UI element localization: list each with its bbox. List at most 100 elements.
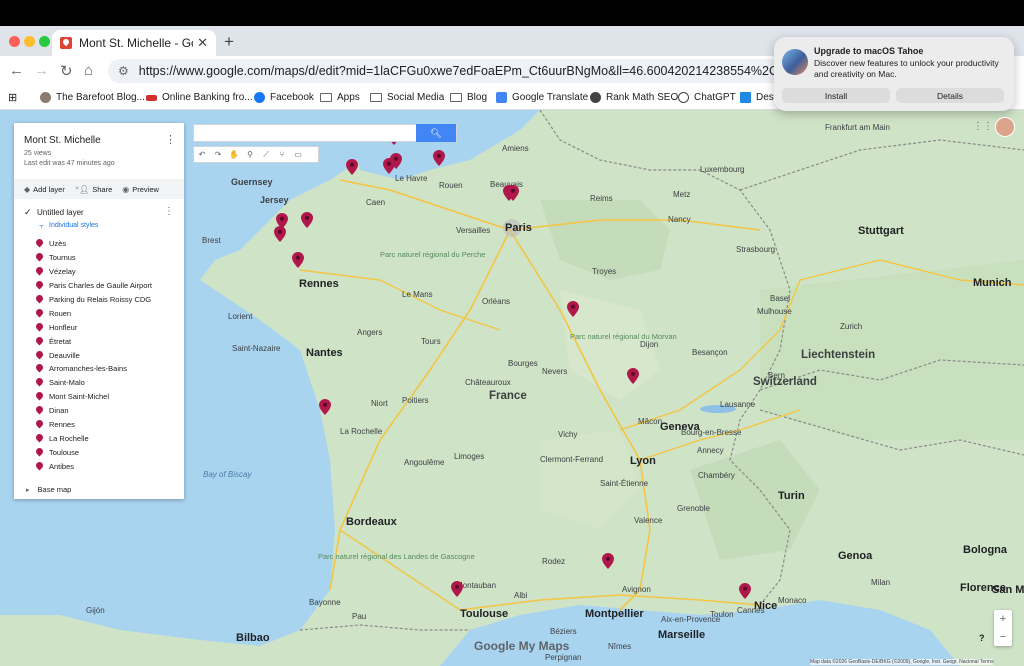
close-tab-icon[interactable]: ✕ — [197, 35, 208, 51]
place-list-item[interactable]: La Rochelle — [36, 431, 152, 445]
search-input[interactable] — [194, 125, 416, 141]
directions-icon[interactable]: ⑂ — [274, 150, 290, 159]
redo-icon[interactable]: ↷ — [210, 150, 226, 159]
account-avatar[interactable] — [995, 117, 1015, 137]
details-button[interactable]: Details — [896, 88, 1004, 103]
map-marker[interactable] — [627, 368, 639, 384]
reload-icon[interactable]: ↻ — [60, 62, 73, 80]
home-icon[interactable]: ⌂ — [84, 62, 93, 79]
map-marker[interactable] — [602, 553, 614, 569]
address-bar[interactable]: ⚙ https://www.google.com/maps/d/edit?mid… — [108, 59, 808, 83]
notification-body: Discover new features to unlock your pro… — [814, 58, 999, 79]
maximize-window-button[interactable] — [39, 36, 50, 47]
bookmark-item[interactable]: Online Banking fro... — [146, 92, 253, 103]
city-label: Bayonne — [309, 598, 341, 607]
preview-button[interactable]: ◉ Preview — [122, 185, 159, 194]
bookmark-item[interactable]: Facebook — [254, 92, 314, 103]
measure-icon[interactable]: ▭ — [290, 150, 306, 159]
map-marker[interactable] — [739, 583, 751, 599]
place-list-item[interactable]: Parking du Relais Roissy CDG — [36, 293, 152, 307]
base-map-toggle[interactable]: ▸ Base map — [26, 485, 71, 494]
map-marker[interactable] — [507, 185, 519, 201]
back-arrow-icon[interactable]: ← — [9, 62, 24, 79]
new-tab-icon[interactable]: + — [224, 32, 234, 52]
folder-icon — [370, 93, 382, 102]
map-title[interactable]: Mont St. Michelle — [24, 135, 101, 146]
add-layer-button[interactable]: ◆ Add layer — [24, 185, 65, 194]
bookmark-item[interactable]: Blog — [450, 92, 487, 103]
individual-styles-link[interactable]: Individual styles — [49, 222, 98, 229]
install-button[interactable]: Install — [782, 88, 890, 103]
place-list-item[interactable]: Paris Charles de Gaulle Airport — [36, 279, 152, 293]
place-list-item[interactable]: Étretat — [36, 334, 152, 348]
city-label: Grenoble — [677, 504, 710, 513]
city-label: Caen — [366, 198, 386, 207]
google-apps-icon[interactable]: ⋮⋮ — [973, 121, 993, 132]
place-list-item[interactable]: Toulouse — [36, 445, 152, 459]
map-pin-icon — [36, 295, 43, 304]
place-list-item[interactable]: Honfleur — [36, 320, 152, 334]
layer-checkbox[interactable]: ✓ — [24, 207, 32, 218]
map-marker[interactable] — [451, 581, 463, 597]
bookmark-item[interactable]: Social Media — [370, 92, 444, 103]
map-marker[interactable] — [292, 252, 304, 268]
place-list-item[interactable]: Mont Saint-Michel — [36, 390, 152, 404]
more-options-icon[interactable]: ⋮ — [165, 133, 176, 146]
place-list-item[interactable]: Dinan — [36, 404, 152, 418]
place-list-item[interactable]: Deauville — [36, 348, 152, 362]
undo-icon[interactable]: ↶ — [194, 150, 210, 159]
site-settings-icon[interactable]: ⚙ — [118, 64, 129, 78]
map-pin-icon — [36, 462, 43, 471]
bookmark-item[interactable]: Google Translate — [496, 92, 588, 103]
tab-title: Mont St. Michelle - Google M — [79, 36, 193, 50]
map-marker[interactable] — [319, 399, 331, 415]
place-list-item[interactable]: Antibes — [36, 459, 152, 473]
hand-tool-icon[interactable]: ✋ — [226, 150, 242, 159]
layer-options-icon[interactable]: ⋮ — [164, 206, 174, 217]
zoom-in-button[interactable]: + — [994, 610, 1012, 628]
country-label: France — [489, 390, 527, 402]
city-label: Lyon — [630, 455, 656, 467]
place-list-item[interactable]: Saint-Malo — [36, 376, 152, 390]
map-marker[interactable] — [390, 153, 402, 169]
place-list-item[interactable]: Uzès — [36, 237, 152, 251]
add-marker-icon[interactable]: ⚲ — [242, 150, 258, 159]
map-search-box[interactable]: 🔍︎ — [193, 124, 457, 142]
city-label: Metz — [673, 190, 691, 199]
city-label: Vichy — [558, 430, 578, 439]
forward-arrow-icon[interactable]: → — [34, 62, 49, 79]
map-marker[interactable] — [433, 150, 445, 166]
help-button[interactable]: ? — [979, 633, 985, 643]
share-button[interactable]: ⁺👤︎ Share — [75, 185, 112, 194]
country-label: Switzerland — [753, 376, 817, 388]
bookmark-item[interactable]: Apps — [320, 92, 360, 103]
map-marker[interactable] — [567, 301, 579, 317]
place-list-item[interactable]: Arromanches-les-Bains — [36, 362, 152, 376]
city-label: Paris — [505, 222, 532, 234]
city-label: Brest — [202, 236, 221, 245]
search-button[interactable]: 🔍︎ — [416, 124, 456, 142]
city-label: Monaco — [778, 596, 807, 605]
bookmark-item[interactable]: The Barefoot Blog... — [40, 92, 145, 103]
place-list-item[interactable]: Rennes — [36, 418, 152, 432]
browser-tab-active[interactable]: Mont St. Michelle - Google M ✕ — [52, 30, 216, 56]
map-attribution[interactable]: Map data ©2026 GeoBasis-DE/BKG (©2009), … — [810, 659, 994, 665]
map-marker[interactable] — [346, 159, 358, 175]
close-window-button[interactable] — [9, 36, 20, 47]
layer-title[interactable]: Untitled layer — [37, 208, 84, 217]
city-label: Rodez — [542, 557, 566, 566]
bookmark-item[interactable]: Desi — [740, 92, 776, 103]
city-label: Milan — [871, 578, 891, 587]
map-marker[interactable] — [274, 226, 286, 242]
bookmark-item[interactable]: Rank Math SEO — [590, 92, 678, 103]
place-list-item[interactable]: Vézelay — [36, 265, 152, 279]
bookmark-item[interactable]: ChatGPT — [678, 92, 736, 103]
place-list-item[interactable]: Rouen — [36, 306, 152, 320]
draw-line-icon[interactable]: ⟋ — [258, 150, 274, 160]
map-marker[interactable] — [301, 212, 313, 228]
apps-grid-icon[interactable]: ⊞ — [8, 91, 17, 104]
sea-label: Bay of Biscay — [203, 470, 252, 479]
zoom-out-button[interactable]: − — [994, 628, 1012, 646]
minimize-window-button[interactable] — [24, 36, 35, 47]
place-list-item[interactable]: Tournus — [36, 251, 152, 265]
